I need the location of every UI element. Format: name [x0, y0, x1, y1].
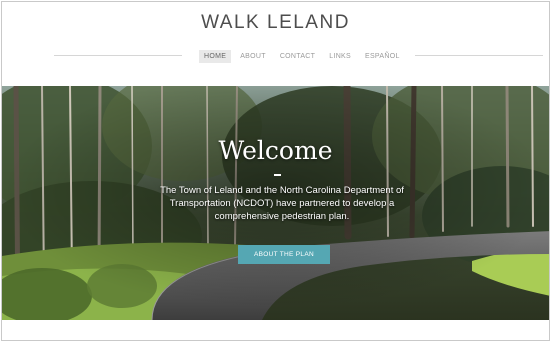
about-the-plan-button[interactable]: ABOUT THE PLAN [238, 245, 330, 264]
nav-divider-left [54, 55, 182, 56]
nav-item-home[interactable]: HOME [199, 50, 232, 63]
page-bottom-strip [2, 320, 549, 340]
hero-banner: Welcome The Town of Leland and the North… [2, 86, 549, 320]
nav-divider-right [415, 55, 543, 56]
nav-item-links[interactable]: LINKS [324, 50, 356, 63]
nav-item-about[interactable]: ABOUT [235, 50, 271, 63]
nav-item-contact[interactable]: CONTACT [275, 50, 320, 63]
main-nav: HOME ABOUT CONTACT LINKS ESPAÑOL [199, 50, 405, 63]
hero-heading: Welcome [218, 136, 333, 165]
site-title[interactable]: WALK LELAND [2, 12, 549, 34]
hero-divider [274, 174, 281, 176]
browser-frame: WALK LELAND HOME ABOUT CONTACT LINKS ESP… [1, 1, 550, 341]
nav-item-espanol[interactable]: ESPAÑOL [360, 50, 405, 63]
site-header: WALK LELAND HOME ABOUT CONTACT LINKS ESP… [2, 2, 549, 86]
hero-intro-text: The Town of Leland and the North Carolin… [160, 185, 404, 222]
